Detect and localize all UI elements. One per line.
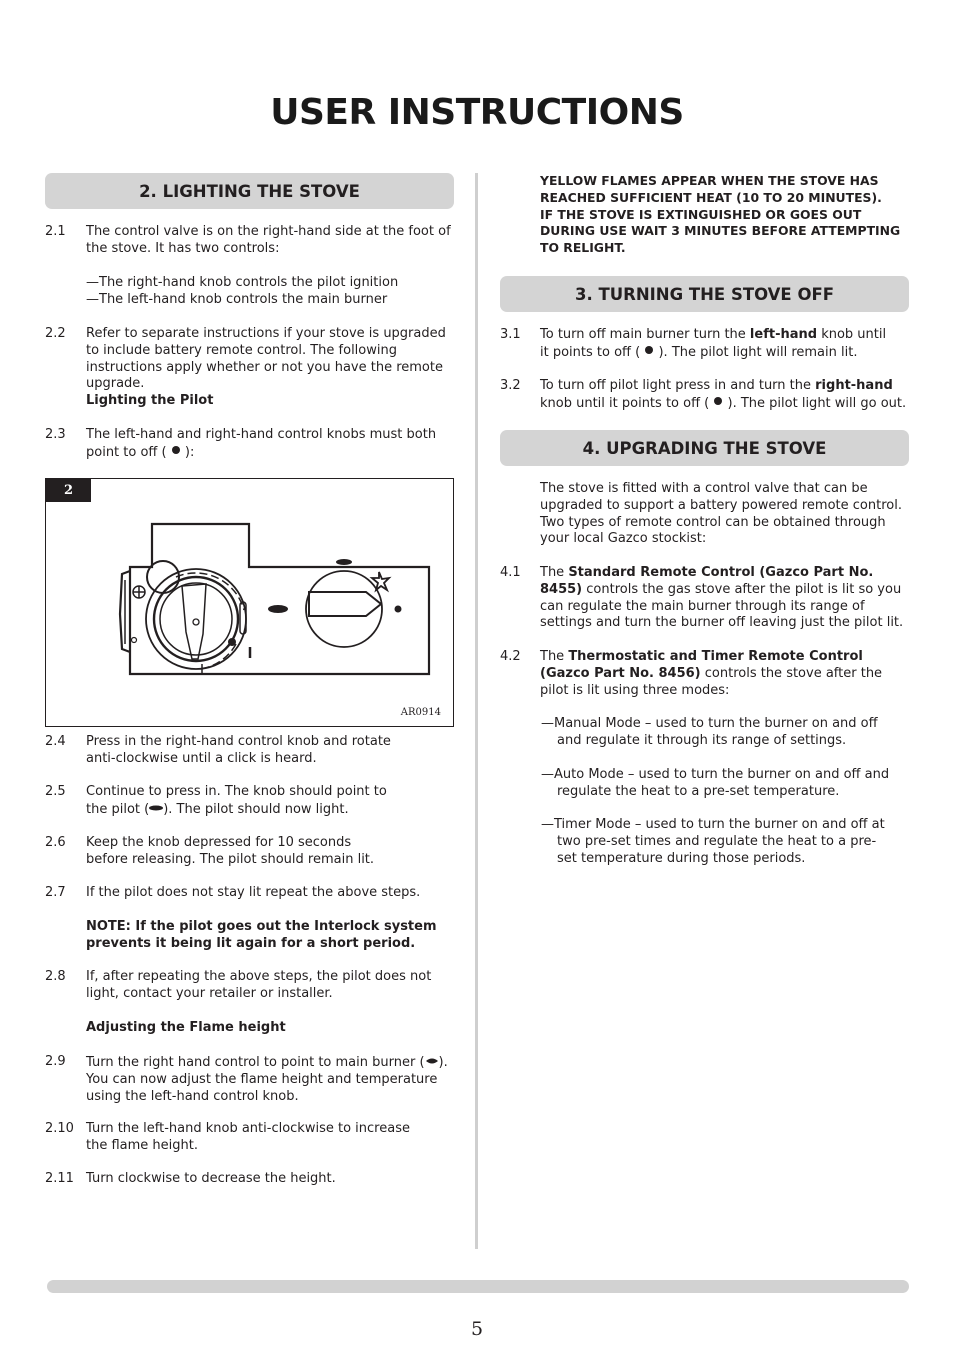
subheading-flame-height: Adjusting the Flame height: [86, 1020, 286, 1035]
valve-panel-outline: [128, 522, 431, 676]
paragraph-3-1: To turn off main burner turn the left-ha…: [540, 327, 890, 362]
item-number: 3.1: [500, 327, 521, 342]
subheading-lighting-pilot: Lighting the Pilot: [86, 393, 214, 408]
paragraph-text: ). The pilot light will go out.: [727, 395, 907, 411]
paragraph-3-2: To turn off pilot light press in and tur…: [540, 378, 910, 413]
warning-line: TO RELIGHT.: [540, 240, 626, 256]
paragraph-2-9: Turn the right hand control to point to …: [86, 1054, 458, 1105]
figure-code: AR0914: [400, 707, 441, 718]
relight-warning: YELLOW FLAMES APPEAR WHEN THE STOVE HAS …: [540, 173, 900, 257]
paragraph-text: ). The pilot light will remain lit.: [658, 344, 858, 360]
paragraph-text: To turn off pilot light press in and tur…: [540, 378, 816, 393]
paragraph-2-2: Refer to separate instructions if your s…: [86, 326, 446, 392]
column-divider: [475, 173, 478, 1249]
paragraph-text: The left-hand and right-hand control kno…: [86, 427, 437, 460]
indicator-window: [146, 560, 180, 594]
warning-line: IF THE STOVE IS EXTINGUISHED OR GOES OUT: [540, 206, 862, 222]
note-interlock: NOTE: If the pilot goes out the Interloc…: [86, 919, 437, 951]
right-knob: [305, 570, 383, 648]
emphasis-right-hand: right-hand: [815, 378, 893, 393]
footer-bar: [47, 1280, 909, 1293]
right-knob-pointer: [308, 591, 383, 617]
item-number: 4.2: [500, 649, 521, 664]
figure-number: 2: [46, 479, 91, 502]
item-number: 3.2: [500, 378, 521, 393]
paragraph-2-10: Turn the left-hand knob anti-clockwise t…: [86, 1121, 410, 1153]
paragraph-text: controls the gas stove after the pilot i…: [540, 581, 904, 631]
upgrading-intro: The stove is fitted with a control valve…: [540, 481, 902, 547]
paragraph-2-7: If the pilot does not stay lit repeat th…: [86, 885, 421, 900]
mode-timer: —Timer Mode – used to turn the burner on…: [541, 817, 885, 866]
main-burner-flame-icon: [425, 1054, 439, 1071]
warning-line: YELLOW FLAMES APPEAR WHEN THE STOVE HAS: [540, 173, 879, 188]
paragraph-text: Turn the right hand control to point to …: [86, 1054, 425, 1070]
paragraph-4-2: The Thermostatic and Timer Remote Contro…: [540, 649, 912, 699]
paragraph-text: The: [540, 565, 569, 580]
paragraph-2-5: Continue to press in. The knob should po…: [86, 784, 406, 819]
off-dot-icon: [171, 444, 181, 461]
paragraph-4-1: The Standard Remote Control (Gazco Part …: [540, 565, 912, 632]
paragraph-text: ). The pilot should now light.: [163, 801, 349, 817]
warning-line: REACHED SUFFICIENT HEAT (10 TO 20 MINUTE…: [540, 189, 882, 205]
emphasis-left-hand: left-hand: [749, 327, 818, 342]
paragraph-2-6: Keep the knob depressed for 10 seconds b…: [86, 835, 375, 867]
item-number: 4.1: [500, 565, 521, 580]
off-dot-icon: [713, 395, 723, 412]
item-number: 2.8: [45, 969, 66, 984]
section-heading-lighting: 2. LIGHTING THE STOVE: [45, 173, 454, 209]
page-number: 5: [470, 1318, 484, 1340]
figure-control-valve: 2 AR0914: [45, 478, 454, 727]
mode-auto: —Auto Mode – used to turn the burner on …: [541, 767, 890, 799]
paragraph-text: ):: [184, 444, 195, 460]
control-valve-diagram: [118, 522, 431, 676]
item-number: 2.9: [45, 1054, 66, 1069]
paragraph-text: To turn off main burner turn the: [540, 327, 750, 342]
paragraph-2-4: Press in the right-hand control knob and…: [86, 734, 391, 766]
paragraph-2-3: The left-hand and right-hand control kno…: [86, 427, 456, 462]
item-number: 2.2: [45, 326, 66, 341]
item-number: 2.4: [45, 734, 66, 749]
section-heading-upgrading: 4. UPGRADING THE STOVE: [500, 430, 909, 466]
dash-item-left-knob: —The left-hand knob controls the main bu…: [86, 292, 388, 307]
mode-manual: —Manual Mode – used to turn the burner o…: [541, 716, 878, 748]
page-title: USER INSTRUCTIONS: [270, 92, 684, 133]
off-dot-icon: [644, 344, 654, 361]
paragraph-text: The: [540, 649, 569, 664]
warning-line: DURING USE WAIT 3 MINUTES BEFORE ATTEMPT…: [540, 223, 901, 239]
dash-item-right-knob: —The right-hand knob controls the pilot …: [86, 275, 399, 290]
item-number: 2.5: [45, 784, 66, 799]
item-number: 2.11: [45, 1171, 74, 1186]
paragraph-2-11: Turn clockwise to decrease the height.: [86, 1171, 336, 1186]
pilot-flame-icon: [149, 801, 164, 818]
left-knob-pointer: [181, 583, 207, 660]
pilot-mark: [336, 559, 352, 565]
item-number: 2.7: [45, 885, 66, 900]
item-number: 2.3: [45, 427, 66, 442]
paragraph-2-8: If, after repeating the above steps, the…: [86, 969, 432, 1001]
item-number: 2.10: [45, 1121, 74, 1136]
paragraph-2-1: The control valve is on the right-hand s…: [86, 224, 451, 256]
section-heading-turning-off: 3. TURNING THE STOVE OFF: [500, 276, 909, 312]
off-mark: [394, 605, 402, 613]
item-number: 2.6: [45, 835, 66, 850]
paragraph-text: knob until it points to off (: [540, 395, 710, 411]
main-burner-mark: [268, 605, 288, 613]
item-number: 2.1: [45, 224, 66, 239]
